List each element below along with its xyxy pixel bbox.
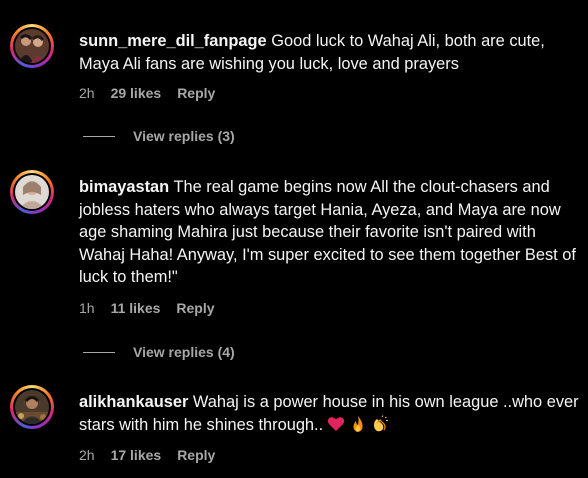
comment-username[interactable]: sunn_mere_dil_fanpage (79, 32, 267, 50)
comment-time: 2h (79, 85, 95, 101)
reply-button[interactable]: Reply (177, 85, 215, 101)
avatar[interactable] (10, 385, 54, 429)
avatar[interactable] (10, 24, 54, 68)
likes-count[interactable]: 17 likes (111, 447, 162, 463)
likes-count[interactable]: 11 likes (111, 300, 161, 316)
comment-meta: 2h 17 likes Reply (79, 446, 231, 464)
comment-text-block: alikhankauser Wahaj is a power house in … (79, 391, 584, 436)
reply-button[interactable]: Reply (176, 300, 214, 316)
comment-username[interactable]: alikhankauser (79, 393, 188, 411)
comment-meta: 2h 29 likes Reply (79, 84, 231, 102)
comment-username[interactable]: bimayastan (79, 178, 169, 196)
divider-line (83, 135, 115, 137)
avatar[interactable] (10, 170, 54, 214)
reply-button[interactable]: Reply (177, 447, 215, 463)
view-replies-button[interactable]: View replies (4) (83, 343, 235, 361)
view-replies-button[interactable]: View replies (3) (83, 127, 235, 145)
clapping-hands-emoji-icon (371, 414, 389, 433)
comment-text-block: bimayastan The real game begins now All … (79, 176, 584, 289)
comment-text-block: sunn_mere_dil_fanpage Good luck to Wahaj… (79, 30, 584, 75)
comment-time: 1h (79, 300, 95, 316)
comment-meta: 1h 11 likes Reply (79, 299, 231, 317)
divider-line (83, 351, 115, 353)
fire-emoji-icon (349, 415, 367, 433)
view-replies-label[interactable]: View replies (4) (133, 344, 235, 360)
heart-emoji-icon (327, 415, 345, 433)
view-replies-label[interactable]: View replies (3) (133, 128, 235, 144)
likes-count[interactable]: 29 likes (111, 85, 162, 101)
comment-time: 2h (79, 447, 95, 463)
